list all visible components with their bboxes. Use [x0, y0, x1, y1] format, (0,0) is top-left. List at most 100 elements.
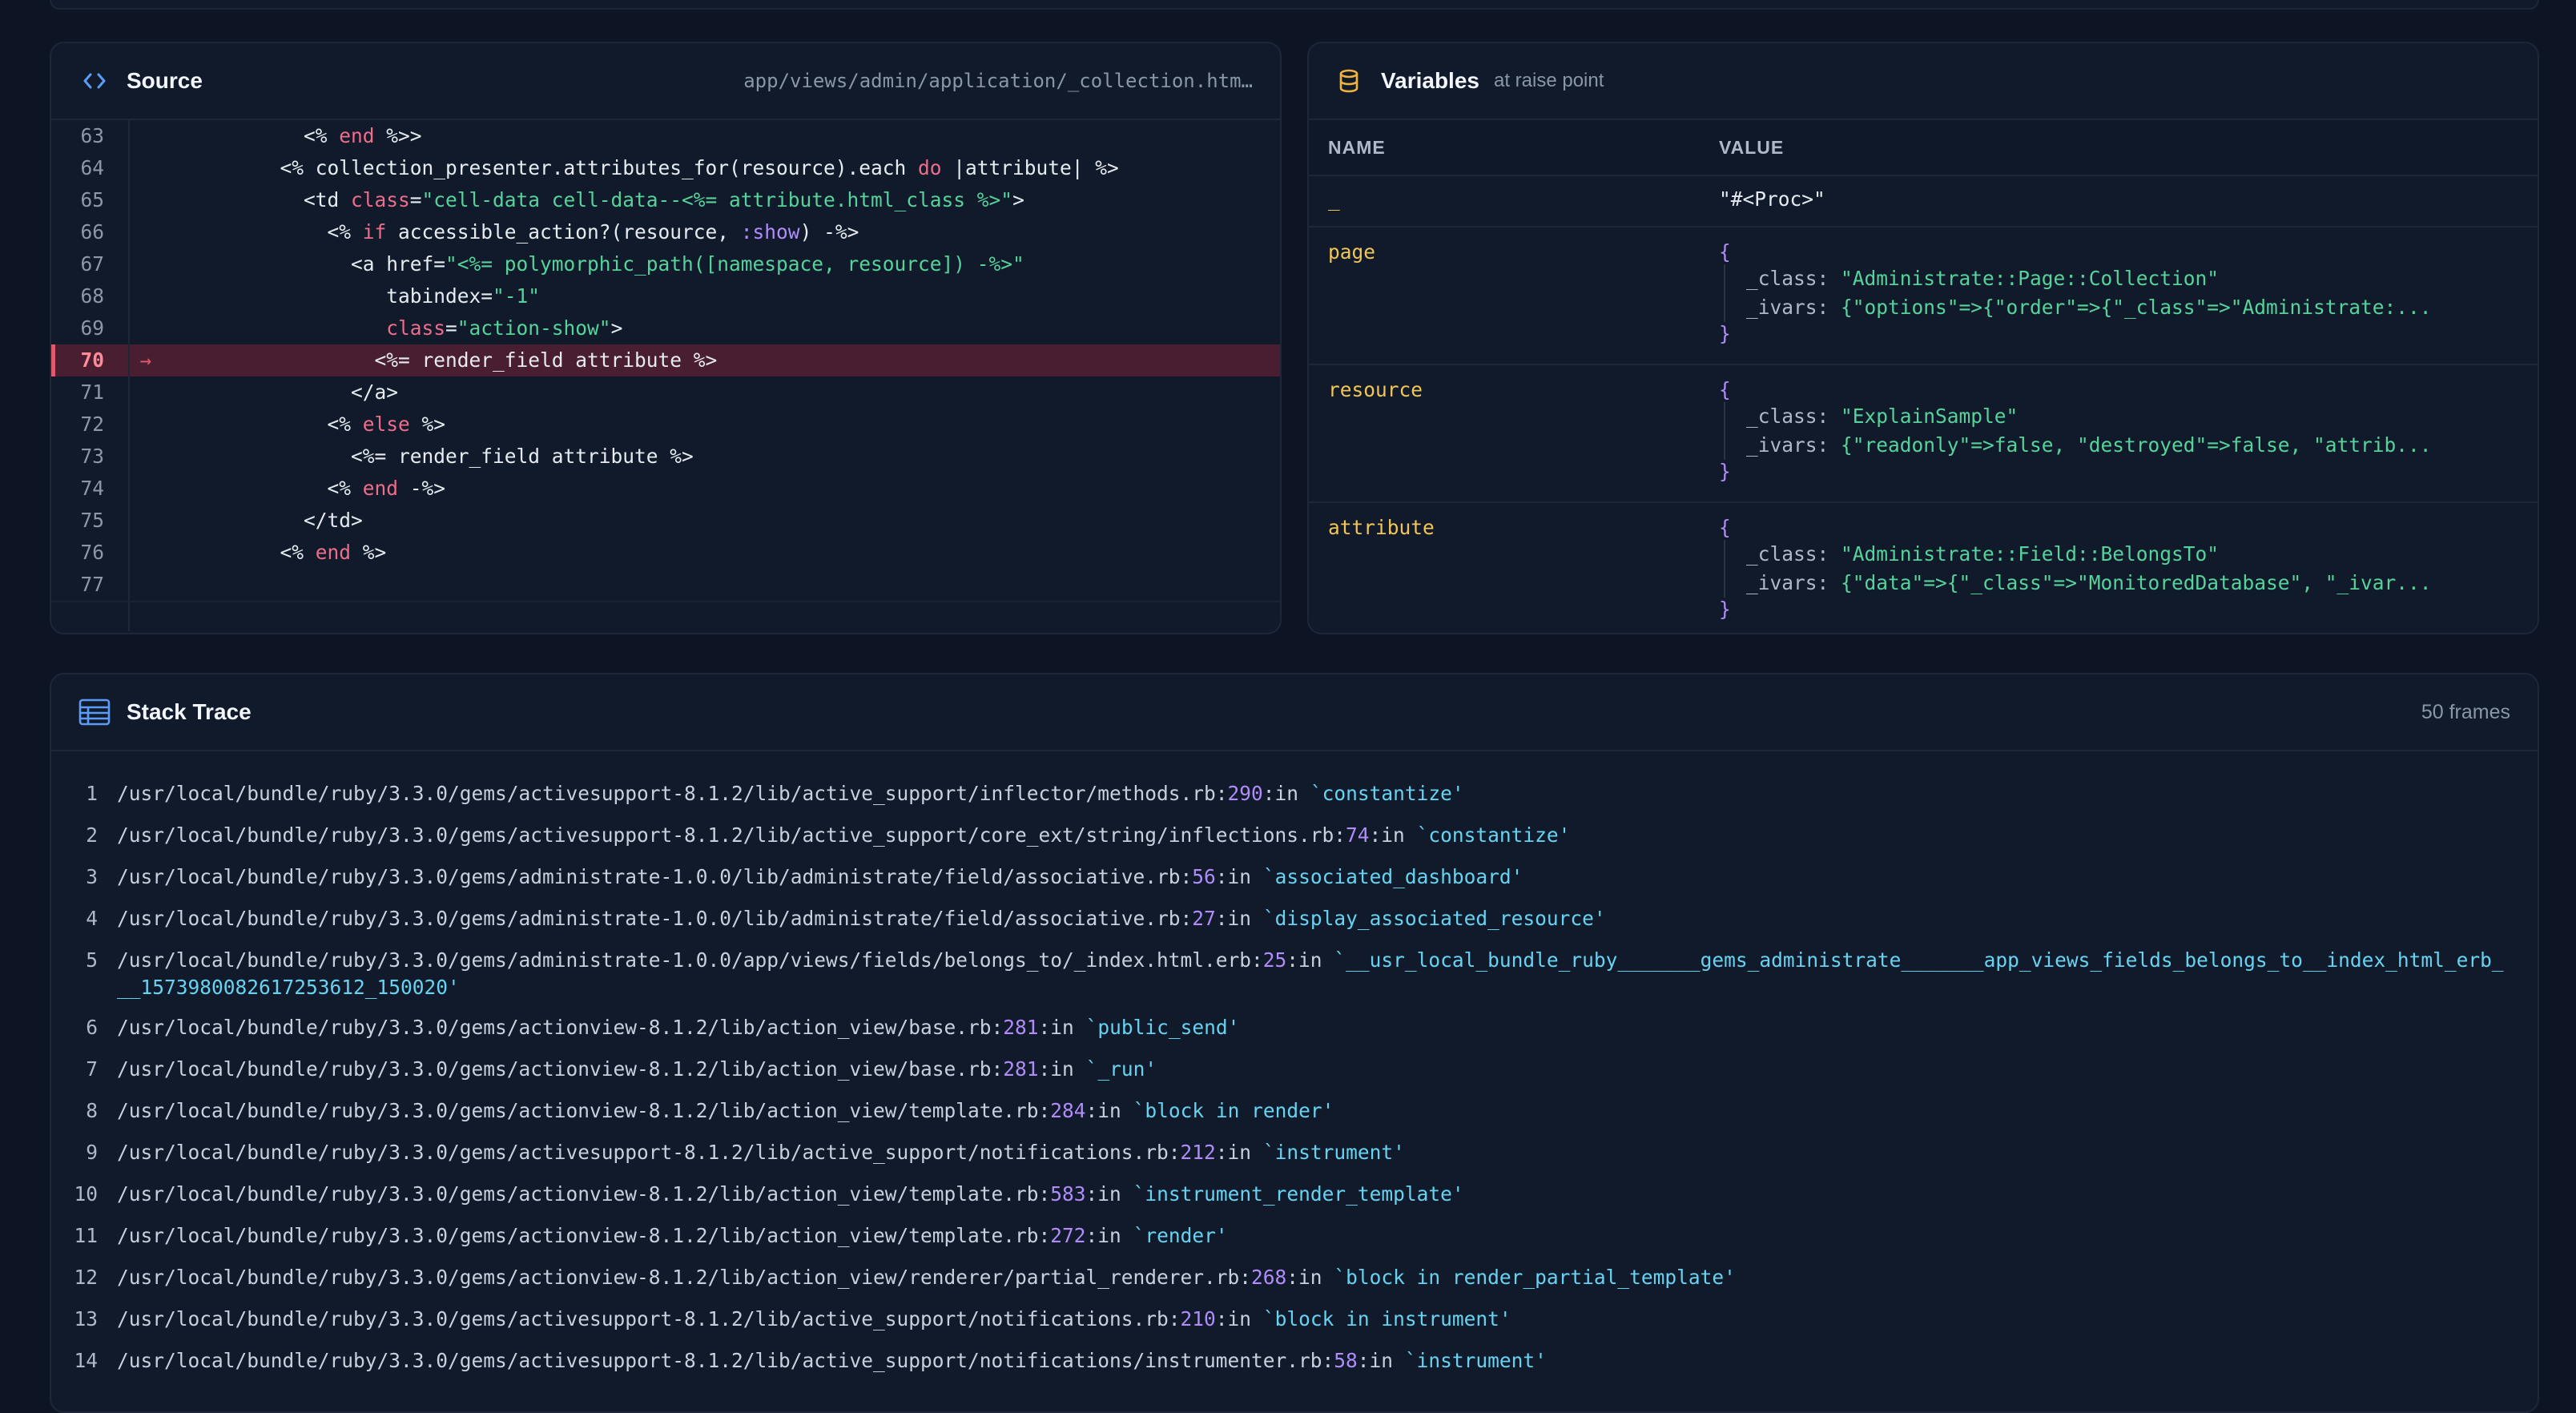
stack-frame[interactable]: 9/usr/local/bundle/ruby/3.3.0/gems/activ… — [51, 1139, 2538, 1181]
line-number: 63 — [51, 120, 130, 152]
frame-location: /usr/local/bundle/ruby/3.3.0/gems/active… — [117, 1139, 2538, 1181]
stack-frame[interactable]: 13/usr/local/bundle/ruby/3.3.0/gems/acti… — [51, 1306, 2538, 1347]
source-panel: Source app/views/admin/application/_coll… — [50, 42, 1282, 634]
frame-location: /usr/local/bundle/ruby/3.3.0/gems/action… — [117, 1264, 2538, 1306]
frame-location: /usr/local/bundle/ruby/3.3.0/gems/active… — [117, 780, 2538, 822]
stack-frame[interactable]: 2/usr/local/bundle/ruby/3.3.0/gems/activ… — [51, 822, 2538, 863]
code-text: <% if accessible_action?(resource, :show… — [162, 220, 859, 244]
code-text: <a href="<%= polymorphic_path([namespace… — [162, 252, 1024, 276]
code-line: 66 <% if accessible_action?(resource, :s… — [51, 216, 1280, 248]
source-file-path[interactable]: app/views/admin/application/_collection.… — [743, 70, 1253, 92]
database-icon — [1333, 65, 1365, 97]
code-line: 72 <% else %> — [51, 409, 1280, 441]
stack-trace-title: Stack Trace — [127, 699, 252, 724]
gutter — [130, 473, 162, 505]
frame-in: :in — [1369, 823, 1417, 847]
frame-location: /usr/local/bundle/ruby/3.3.0/gems/action… — [117, 1097, 2538, 1139]
frame-method: `block in render' — [1133, 1099, 1334, 1122]
frame-path: /usr/local/bundle/ruby/3.3.0/gems/action… — [117, 1099, 1051, 1122]
brace-open: { — [1719, 516, 1731, 539]
frame-line-number: 27 — [1192, 907, 1216, 930]
variable-row: attribute {_class: "Administrate::Field::… — [1309, 503, 2538, 633]
line-number: 74 — [51, 473, 130, 505]
frame-line-number: 58 — [1334, 1349, 1358, 1372]
code-text: tabindex="-1" — [162, 284, 541, 308]
stack-frame[interactable]: 14/usr/local/bundle/ruby/3.3.0/gems/acti… — [51, 1347, 2538, 1389]
frame-in: :in — [1215, 1141, 1263, 1164]
code-viewer: 63 <% end %>> 64 <% collection_presenter.… — [51, 120, 1280, 601]
frame-in: :in — [1215, 865, 1263, 888]
frame-line-number: 56 — [1192, 865, 1216, 888]
frame-location: /usr/local/bundle/ruby/3.3.0/gems/active… — [117, 1347, 2538, 1389]
ivars-key: _ivars: — [1746, 571, 1841, 594]
source-title: Source — [127, 68, 203, 93]
code-text: <% end -%> — [162, 477, 446, 500]
frame-in: :in — [1085, 1099, 1133, 1122]
frame-line-number: 25 — [1262, 948, 1287, 972]
frame-location: /usr/local/bundle/ruby/3.3.0/gems/action… — [117, 1014, 2538, 1056]
stack-frame[interactable]: 10/usr/local/bundle/ruby/3.3.0/gems/acti… — [51, 1181, 2538, 1222]
frame-in: :in — [1215, 1307, 1263, 1330]
gutter — [130, 312, 162, 344]
stack-trace-header: Stack Trace 50 frames — [51, 674, 2538, 751]
stack-frame[interactable]: 11/usr/local/bundle/ruby/3.3.0/gems/acti… — [51, 1222, 2538, 1264]
code-line: 73 <%= render_field attribute %> — [51, 441, 1280, 473]
stack-frame[interactable]: 8/usr/local/bundle/ruby/3.3.0/gems/actio… — [51, 1097, 2538, 1139]
class-value: "Administrate::Page::Collection" — [1841, 267, 2220, 290]
brace-close: } — [1719, 598, 1731, 621]
stack-frame[interactable]: 4/usr/local/bundle/ruby/3.3.0/gems/admin… — [51, 905, 2538, 947]
gutter — [130, 120, 162, 152]
gutter — [130, 152, 162, 184]
stack-frame[interactable]: 6/usr/local/bundle/ruby/3.3.0/gems/actio… — [51, 1014, 2538, 1056]
stack-frame[interactable]: 5/usr/local/bundle/ruby/3.3.0/gems/admin… — [51, 947, 2538, 1014]
frame-number: 6 — [86, 1016, 98, 1039]
code-line: 63 <% end %>> — [51, 120, 1280, 152]
frame-in: :in — [1357, 1349, 1405, 1372]
frame-in: :in — [1085, 1182, 1133, 1206]
variable-name: page — [1328, 240, 1376, 264]
line-number: 66 — [51, 216, 130, 248]
brace-close: } — [1719, 460, 1731, 483]
frame-method: `instrument' — [1262, 1141, 1405, 1164]
ivars-value: {"readonly"=>false, "destroyed"=>false, … — [1841, 433, 2432, 457]
variables-title: Variables — [1381, 68, 1479, 93]
stack-frame[interactable]: 7/usr/local/bundle/ruby/3.3.0/gems/actio… — [51, 1056, 2538, 1097]
line-number: 75 — [51, 505, 130, 537]
frame-location: /usr/local/bundle/ruby/3.3.0/gems/admini… — [117, 905, 2538, 947]
frame-path: /usr/local/bundle/ruby/3.3.0/gems/active… — [117, 1141, 1181, 1164]
code-line: 69 class="action-show"> — [51, 312, 1280, 344]
frame-line-number: 290 — [1227, 782, 1263, 805]
line-number: 71 — [51, 376, 130, 409]
variable-row: _ "#<Proc>" — [1309, 176, 2538, 227]
stack-frame[interactable]: 12/usr/local/bundle/ruby/3.3.0/gems/acti… — [51, 1264, 2538, 1306]
class-key: _class: — [1746, 267, 1841, 290]
frame-count: 50 frames — [2421, 700, 2510, 723]
code-text: <%= render_field attribute %> — [162, 445, 694, 468]
line-number: 67 — [51, 248, 130, 280]
frame-number: 14 — [74, 1349, 98, 1372]
stack-frames: 1/usr/local/bundle/ruby/3.3.0/gems/activ… — [51, 751, 2538, 1389]
variable-row: resource {_class: "ExplainSample" _ivars: … — [1309, 365, 2538, 503]
stack-frame[interactable]: 1/usr/local/bundle/ruby/3.3.0/gems/activ… — [51, 780, 2538, 822]
code-line: 74 <% end -%> — [51, 473, 1280, 505]
frame-location: /usr/local/bundle/ruby/3.3.0/gems/admini… — [117, 947, 2538, 1014]
code-footer — [51, 601, 1280, 631]
code-line: 76 <% end %> — [51, 537, 1280, 569]
frame-line-number: 210 — [1180, 1307, 1216, 1330]
variable-name: resource — [1328, 378, 1423, 401]
frame-method: `instrument_render_template' — [1133, 1182, 1464, 1206]
stack-frame[interactable]: 3/usr/local/bundle/ruby/3.3.0/gems/admin… — [51, 863, 2538, 905]
frame-location: /usr/local/bundle/ruby/3.3.0/gems/action… — [117, 1056, 2538, 1097]
gutter — [130, 409, 162, 441]
frame-method: `display_associated_resource' — [1262, 907, 1606, 930]
variables-subtitle: at raise point — [1493, 70, 1604, 91]
frame-method: `block in render_partial_template' — [1334, 1266, 1736, 1289]
brace-open: { — [1719, 378, 1731, 401]
variables-table-header: NAME VALUE — [1309, 120, 2538, 176]
variable-name: attribute — [1328, 516, 1435, 539]
frame-line-number: 272 — [1050, 1224, 1086, 1247]
line-number: 64 — [51, 152, 130, 184]
gutter — [130, 376, 162, 409]
frame-number: 13 — [74, 1307, 98, 1330]
frame-number: 1 — [86, 782, 98, 805]
